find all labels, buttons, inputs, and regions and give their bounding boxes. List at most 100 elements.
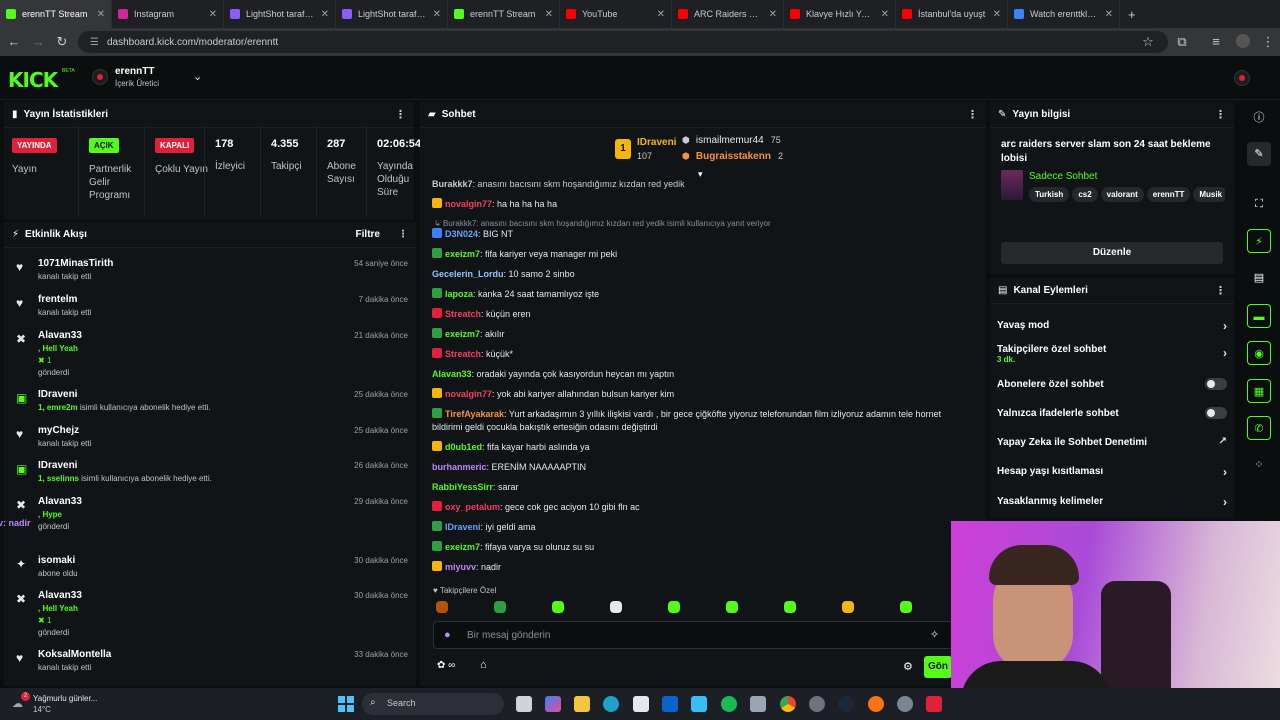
layout-icon[interactable]: ▦: [1247, 379, 1271, 403]
emote-picker-icon[interactable]: ✧: [930, 628, 939, 641]
chat-username[interactable]: lapoza: [445, 289, 473, 299]
weather-widget[interactable]: 2 ☁ Yağmurlu günler... 14°C: [12, 692, 122, 716]
chat-username[interactable]: TirefAyakarak: [445, 409, 504, 419]
browser-tab[interactable]: erennTT Stream ✕: [0, 0, 112, 28]
chat-username[interactable]: d0ub1ed: [445, 442, 482, 452]
site-info-icon[interactable]: ☰: [90, 37, 99, 48]
chat-username[interactable]: Streatch: [445, 349, 481, 359]
chat-username[interactable]: burhanmeric: [432, 462, 487, 472]
apps-icon[interactable]: ⁘: [1247, 453, 1271, 477]
lightning-icon[interactable]: ⚡: [1247, 229, 1271, 253]
emote-icon[interactable]: [726, 601, 738, 613]
chat-message[interactable]: oxy_petalum: gece cok gec aciyon 10 gibi…: [432, 501, 972, 514]
chrome-icon[interactable]: [780, 696, 796, 712]
toggle-switch[interactable]: [1205, 407, 1227, 419]
stats-menu-icon[interactable]: ⋮: [395, 108, 406, 121]
chat-username[interactable]: oxy_petalum: [445, 502, 500, 512]
emote-icon[interactable]: [784, 601, 796, 613]
browser-tab[interactable]: LightShot tarafından ✕: [336, 0, 448, 28]
user-avatar[interactable]: [1234, 70, 1250, 86]
browser-tab[interactable]: Klavye Hızlı Yazma ✕: [784, 0, 896, 28]
channel-actions-menu-icon[interactable]: ⋮: [1215, 284, 1226, 297]
edit-button[interactable]: Düzenle: [1001, 242, 1223, 264]
forward-icon[interactable]: →: [26, 34, 50, 49]
spotify-icon[interactable]: [721, 696, 737, 712]
edit-icon[interactable]: ✎: [1247, 142, 1271, 166]
chat-username[interactable]: exeizm7: [445, 329, 480, 339]
browser-tab[interactable]: YouTube ✕: [560, 0, 672, 28]
browser-tab[interactable]: İstanbul'da uyuşt ✕: [896, 0, 1008, 28]
emote-icon[interactable]: [900, 601, 912, 613]
emote-icon[interactable]: [494, 601, 506, 613]
chat-username[interactable]: exeizm7: [445, 542, 480, 552]
emote-icon[interactable]: [610, 601, 622, 613]
channel-action-item[interactable]: Hesap yaşı kısıtlaması ›: [997, 465, 1227, 479]
chat-message[interactable]: novalgin77: ha ha ha ha ha: [432, 198, 972, 211]
chat-username[interactable]: miyuvv: [445, 562, 476, 572]
chat-message[interactable]: Streatch: küçün eren: [432, 308, 972, 321]
chat-settings-icon[interactable]: ⚙: [903, 660, 913, 673]
settings-icon[interactable]: [897, 696, 913, 712]
emote-icon[interactable]: [842, 601, 854, 613]
kick-logo[interactable]: KICK: [8, 68, 58, 92]
tab-close-icon[interactable]: ✕: [545, 9, 553, 20]
chat-message[interactable]: RabbiYessSirr: sarar: [432, 481, 972, 494]
chat-username[interactable]: Burakkk7: [432, 179, 473, 189]
emote-icon[interactable]: [552, 601, 564, 613]
document-icon[interactable]: ▤: [1247, 266, 1271, 290]
copilot-icon[interactable]: [545, 696, 561, 712]
app-icon[interactable]: [750, 696, 766, 712]
chat-store-icon[interactable]: ⌂: [480, 659, 487, 671]
chat-message[interactable]: Streatch: küçük*: [432, 348, 972, 361]
chat-message[interactable]: D3N024: BIG NT: [432, 228, 972, 241]
channel-action-item[interactable]: Abonelere özel sohbet: [997, 378, 1227, 390]
chat-username[interactable]: Alavan33: [432, 369, 472, 379]
tab-close-icon[interactable]: ✕: [97, 9, 105, 20]
filter-button[interactable]: Filtre: [356, 229, 380, 240]
emote-icon[interactable]: [436, 601, 448, 613]
browser-tab[interactable]: ARC Raiders WTF ✕: [672, 0, 784, 28]
broadcast-icon[interactable]: ◉: [1247, 341, 1271, 365]
chat-message[interactable]: Burakkk7: anasını bacısını skm hoşandığı…: [432, 178, 972, 191]
chat-message[interactable]: exeizm7: akılır: [432, 328, 972, 341]
chat-message[interactable]: exeizm7: fifa kariyer veya manager mi pe…: [432, 248, 972, 261]
tab-close-icon[interactable]: ✕: [993, 9, 1001, 20]
stream-tag[interactable]: Musik: [1193, 187, 1225, 202]
chat-menu-icon[interactable]: ⋮: [967, 108, 978, 121]
tab-close-icon[interactable]: ✕: [209, 9, 217, 20]
url-input[interactable]: ☰ dashboard.kick.com/moderator/erenntt: [78, 31, 1168, 53]
chat-username[interactable]: novalgin77: [445, 389, 492, 399]
chat-icon[interactable]: ▬: [1247, 304, 1271, 328]
category-name[interactable]: Sadece Sohbet: [1029, 171, 1097, 182]
edge-icon[interactable]: [603, 696, 619, 712]
app-icon[interactable]: [809, 696, 825, 712]
taskbar-search[interactable]: ⌕ Search: [362, 693, 504, 715]
tab-close-icon[interactable]: ✕: [433, 9, 441, 20]
extensions-icon[interactable]: ⧉: [1170, 34, 1194, 50]
bookmark-star-icon[interactable]: ☆: [1136, 34, 1160, 50]
profile-avatar[interactable]: [1236, 34, 1250, 48]
chat-username[interactable]: Gecelerin_Lordu: [432, 269, 504, 279]
start-button[interactable]: [338, 696, 354, 712]
new-tab-icon[interactable]: +: [1128, 7, 1136, 22]
media-icon[interactable]: ≡: [1204, 34, 1228, 49]
info-icon[interactable]: ⓘ: [1247, 106, 1271, 130]
chat-message[interactable]: miyuvv: nadir: [432, 561, 972, 574]
browser-tab[interactable]: Instagram ✕: [112, 0, 224, 28]
back-icon[interactable]: ←: [2, 34, 26, 49]
chat-message[interactable]: novalgin77: yok abi kariyer allahından b…: [432, 388, 972, 401]
tab-close-icon[interactable]: ✕: [1105, 9, 1113, 20]
chat-input[interactable]: ● Bir mesaj gönderin ✧: [433, 621, 953, 649]
browser-menu-icon[interactable]: ⋮: [1256, 34, 1280, 50]
chat-message[interactable]: exeizm7: fifaya varya su oluruz su su: [432, 541, 972, 554]
chat-message[interactable]: d0ub1ed: fifa kayar harbi aslında ya: [432, 441, 972, 454]
chat-message[interactable]: Alavan33: oradaki yayında çok kasıyordun…: [432, 368, 972, 381]
chat-message[interactable]: burhanmeric: ERENİM NAAAAAPTIN: [432, 461, 972, 474]
send-button[interactable]: Gön: [924, 656, 952, 678]
browser-tab[interactable]: erennTT Stream ✕: [448, 0, 560, 28]
tab-close-icon[interactable]: ✕: [657, 9, 665, 20]
chat-message[interactable]: Gecelerin_Lordu: 10 samo 2 sinbo: [432, 268, 972, 281]
stream-tag[interactable]: Turkish: [1029, 187, 1070, 202]
app-icon[interactable]: [868, 696, 884, 712]
chat-username[interactable]: Streatch: [445, 309, 481, 319]
